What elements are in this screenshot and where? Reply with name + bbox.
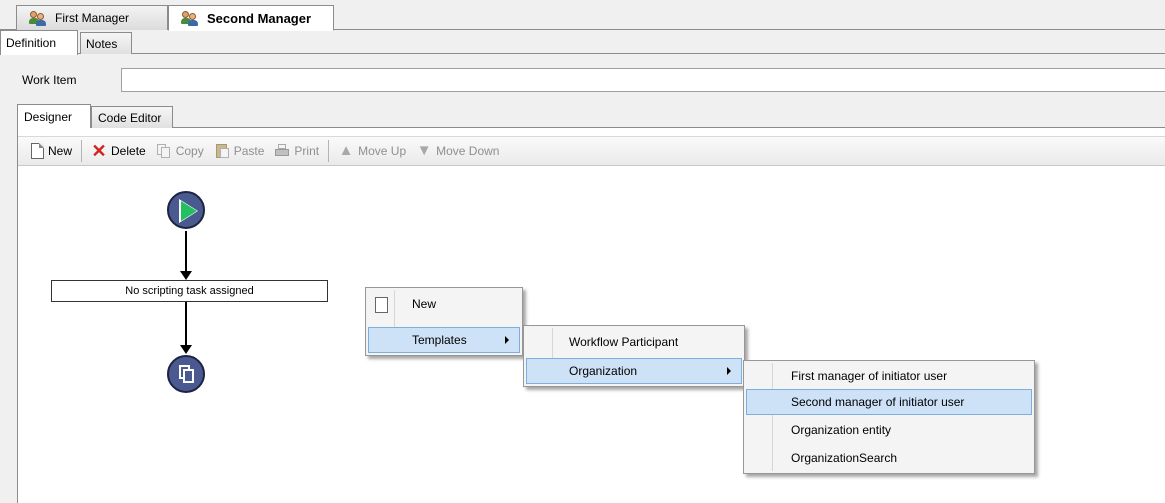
- delete-icon: ✕: [91, 141, 107, 161]
- menu-label: OrganizationSearch: [791, 451, 898, 465]
- menu-item-workflow-participant[interactable]: Workflow Participant: [526, 329, 742, 355]
- menu-label: New: [412, 297, 437, 311]
- tab-label: Second Manager: [207, 10, 312, 26]
- definition-tab-strip: Definition Notes: [0, 30, 1165, 55]
- organization-submenu: First manager of initiator user Second m…: [743, 360, 1035, 474]
- print-button[interactable]: Print: [271, 139, 322, 163]
- menu-label: Organization: [569, 364, 638, 378]
- end-icon-front: [183, 369, 194, 383]
- arrow-up-icon: ▲: [338, 142, 354, 159]
- templates-submenu: Workflow Participant Organization: [523, 325, 745, 387]
- users-icon: [181, 10, 199, 26]
- work-item-input[interactable]: [121, 68, 1165, 92]
- menu-item-organization-search[interactable]: OrganizationSearch: [746, 445, 1032, 471]
- copy-label: Copy: [175, 144, 204, 158]
- arrow-down-icon: ▼: [416, 142, 432, 159]
- tab-code-editor[interactable]: Code Editor: [91, 106, 173, 128]
- menu-item-organization[interactable]: Organization: [526, 358, 742, 384]
- new-document-icon: [375, 297, 388, 313]
- delete-button[interactable]: ✕ Delete: [88, 139, 149, 163]
- menu-label: Workflow Participant: [569, 335, 679, 349]
- connector-line: [185, 302, 187, 346]
- connector-arrowhead: [180, 345, 192, 354]
- paste-button[interactable]: Paste: [211, 139, 268, 163]
- new-button[interactable]: New: [28, 139, 75, 163]
- submenu-arrow-icon: [727, 367, 731, 375]
- workflow-task-box[interactable]: No scripting task assigned: [51, 280, 328, 302]
- tab-first-manager[interactable]: First Manager: [16, 5, 168, 30]
- document-tab-strip: First Manager Second Manager: [0, 0, 1165, 31]
- workflow-end-node[interactable]: [167, 355, 205, 393]
- work-item-label: Work Item: [22, 73, 77, 87]
- tab-definition[interactable]: Definition: [0, 30, 78, 55]
- copy-button[interactable]: Copy: [153, 139, 207, 163]
- tab-second-manager[interactable]: Second Manager: [168, 5, 334, 31]
- menu-item-first-manager[interactable]: First manager of initiator user: [746, 363, 1032, 389]
- menu-label: First manager of initiator user: [791, 369, 948, 383]
- toolbar-separator: [81, 140, 83, 162]
- paste-label: Paste: [233, 144, 265, 158]
- copy-icon: [156, 143, 172, 159]
- connector-arrowhead: [180, 271, 192, 280]
- menu-label: Second manager of initiator user: [791, 395, 965, 409]
- move-up-button[interactable]: ▲ Move Up: [335, 139, 409, 163]
- paste-icon: [214, 143, 230, 159]
- menu-item-second-manager[interactable]: Second manager of initiator user: [746, 389, 1032, 415]
- delete-label: Delete: [111, 144, 146, 158]
- tab-notes[interactable]: Notes: [80, 32, 132, 54]
- users-icon: [29, 10, 47, 26]
- new-document-icon: [31, 143, 44, 159]
- menu-item-templates[interactable]: Templates: [368, 327, 520, 353]
- menu-item-organization-entity[interactable]: Organization entity: [746, 417, 1032, 443]
- new-label: New: [48, 144, 73, 158]
- workflow-start-node[interactable]: [167, 191, 205, 229]
- move-down-label: Move Down: [436, 144, 500, 158]
- print-label: Print: [294, 144, 320, 158]
- print-icon: [274, 143, 290, 159]
- tab-label: First Manager: [55, 11, 130, 25]
- context-menu: New Templates: [365, 287, 523, 356]
- move-up-label: Move Up: [358, 144, 407, 158]
- connector-line: [185, 231, 187, 272]
- designer-toolbar: New ✕ Delete Copy Paste Print ▲ Move Up …: [18, 136, 1165, 166]
- menu-label: Organization entity: [791, 423, 892, 437]
- designer-tab-strip: Designer Code Editor: [17, 104, 1165, 129]
- menu-item-new[interactable]: New: [368, 291, 520, 317]
- move-down-button[interactable]: ▼ Move Down: [413, 139, 502, 163]
- toolbar-separator: [328, 140, 330, 162]
- tab-designer[interactable]: Designer: [17, 104, 91, 129]
- menu-label: Templates: [412, 333, 467, 347]
- submenu-arrow-icon: [505, 336, 509, 344]
